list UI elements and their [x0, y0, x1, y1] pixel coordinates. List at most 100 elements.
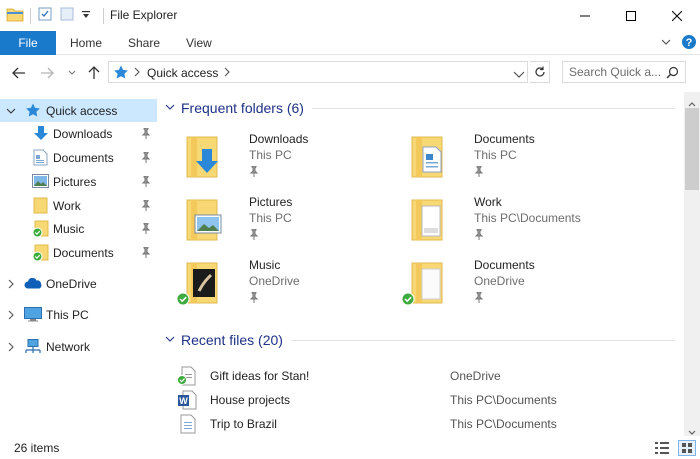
folder-tile-pictures[interactable]: Pictures This PC — [177, 195, 397, 257]
nav-item-onedrive[interactable]: OneDrive — [0, 272, 157, 295]
recent-locations-button[interactable] — [62, 63, 82, 83]
content-pane: Frequent folders (6) Downloads This PC D… — [157, 92, 684, 436]
pin-icon[interactable] — [141, 199, 151, 214]
breadcrumb-separator-icon[interactable] — [133, 66, 141, 81]
back-button[interactable] — [9, 63, 29, 83]
nav-item-onedrive-documents[interactable]: Documents — [0, 241, 157, 264]
folder-location: This PC\Documents — [474, 211, 581, 225]
title-bar: File Explorer — [0, 0, 700, 31]
large-icons-view-icon[interactable] — [678, 440, 696, 456]
frequent-folders-header[interactable]: Frequent folders (6) — [165, 100, 675, 116]
item-count: 26 items — [14, 441, 60, 455]
documents-folder-icon — [408, 135, 448, 182]
expand-chevron-icon[interactable] — [7, 309, 15, 323]
maximize-button[interactable] — [608, 0, 654, 31]
pin-icon[interactable] — [249, 291, 259, 306]
folder-tile-work[interactable]: Work This PC\Documents — [402, 195, 622, 257]
up-button[interactable] — [84, 63, 104, 83]
refresh-icon — [534, 66, 545, 77]
folder-name: Pictures — [249, 195, 293, 209]
pin-icon[interactable] — [474, 165, 484, 180]
expand-chevron-icon[interactable] — [7, 278, 15, 292]
recent-file-location: This PC\Documents — [450, 393, 557, 407]
ribbon-tab-strip: File Home Share View ? — [0, 31, 700, 55]
breadcrumb-chevron-icon[interactable] — [223, 66, 231, 81]
address-bar[interactable]: Quick access — [108, 61, 528, 83]
navigation-pane: Quick access Downloads Documents Picture… — [0, 96, 157, 436]
search-icon[interactable] — [666, 66, 679, 82]
pin-icon[interactable] — [141, 222, 151, 237]
breadcrumb-quick-access[interactable]: Quick access — [147, 66, 218, 80]
group-title: Frequent folders (6) — [181, 100, 304, 116]
onedrive-documents-folder-icon — [401, 261, 448, 310]
pin-icon[interactable] — [141, 246, 151, 261]
nav-item-network[interactable]: Network — [0, 335, 157, 358]
minimize-button[interactable] — [562, 0, 608, 31]
properties-icon[interactable] — [37, 6, 53, 25]
details-view-icon[interactable] — [654, 441, 670, 458]
tab-share[interactable]: Share — [128, 31, 160, 55]
group-title: Recent files (20) — [181, 332, 283, 348]
nav-item-quick-access[interactable]: Quick access — [0, 99, 157, 122]
expand-chevron-icon[interactable] — [6, 105, 16, 119]
folder-location: This PC — [249, 148, 292, 162]
close-button[interactable] — [654, 0, 700, 31]
tab-view[interactable]: View — [186, 31, 212, 55]
nav-item-work[interactable]: Work — [0, 194, 157, 217]
folder-location: This PC — [249, 211, 292, 225]
document-icon — [33, 149, 48, 169]
pin-icon[interactable] — [474, 228, 484, 243]
network-icon — [24, 339, 42, 357]
search-input[interactable] — [563, 62, 663, 82]
folder-tile-documents[interactable]: Documents This PC — [402, 132, 622, 194]
tab-home[interactable]: Home — [70, 31, 102, 55]
recent-file-row[interactable]: Trip to Brazil This PC\Documents — [177, 412, 677, 436]
back-arrow-icon — [12, 67, 25, 79]
folder-location: OneDrive — [249, 274, 300, 288]
pin-icon[interactable] — [249, 165, 259, 180]
folder-name: Documents — [474, 258, 535, 272]
pictures-folder-icon — [183, 198, 223, 245]
recent-file-row[interactable]: Gift ideas for Stan! OneDrive — [177, 364, 677, 388]
nav-item-this-pc[interactable]: This PC — [0, 303, 157, 326]
forward-arrow-icon — [41, 67, 54, 79]
customize-qat-icon[interactable] — [81, 9, 91, 23]
help-icon[interactable]: ? — [681, 34, 697, 53]
title-separator — [103, 8, 104, 24]
pin-icon[interactable] — [474, 291, 484, 306]
recent-file-row[interactable]: W House projects This PC\Documents — [177, 388, 677, 412]
vertical-scrollbar[interactable] — [684, 92, 700, 436]
collapse-chevron-icon[interactable] — [165, 101, 175, 115]
nav-item-music[interactable]: Music — [0, 217, 157, 240]
folder-tile-music[interactable]: Music OneDrive — [176, 258, 397, 320]
music-folder-icon — [176, 261, 223, 310]
recent-files-header[interactable]: Recent files (20) — [165, 332, 675, 348]
pin-icon[interactable] — [249, 228, 259, 243]
nav-label: Network — [46, 340, 91, 354]
refresh-button[interactable] — [530, 61, 550, 83]
expand-chevron-icon[interactable] — [7, 341, 15, 355]
search-box[interactable] — [562, 61, 686, 83]
scrollbar-thumb[interactable] — [685, 108, 699, 190]
address-dropdown-icon[interactable] — [513, 68, 525, 82]
tab-file[interactable]: File — [0, 31, 56, 55]
nav-item-downloads[interactable]: Downloads — [0, 122, 157, 145]
nav-label: Work — [53, 199, 81, 213]
maximize-icon — [626, 10, 636, 21]
forward-button[interactable] — [37, 63, 57, 83]
expand-ribbon-icon[interactable] — [660, 36, 672, 51]
cloud-icon — [24, 277, 42, 292]
recent-file-name: Trip to Brazil — [210, 417, 277, 431]
pin-icon[interactable] — [141, 175, 151, 190]
folder-tile-onedrive-documents[interactable]: Documents OneDrive — [401, 258, 622, 320]
new-folder-icon[interactable] — [59, 6, 75, 25]
pin-icon[interactable] — [141, 127, 151, 142]
folder-icon — [33, 197, 48, 217]
collapse-chevron-icon[interactable] — [165, 333, 175, 347]
pin-icon[interactable] — [141, 151, 151, 166]
folder-tile-downloads[interactable]: Downloads This PC — [177, 132, 397, 194]
nav-label: Pictures — [53, 175, 97, 189]
up-arrow-icon — [88, 66, 100, 79]
nav-item-documents[interactable]: Documents — [0, 146, 157, 169]
nav-item-pictures[interactable]: Pictures — [0, 170, 157, 193]
